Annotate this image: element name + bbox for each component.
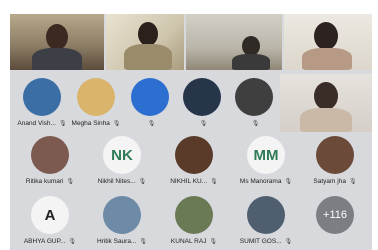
person-head (46, 24, 68, 50)
participant-tile[interactable]: 🎙 (174, 74, 230, 132)
participant-name: KUNAL RAJ (170, 238, 207, 245)
avatar-initials: NK (111, 146, 133, 164)
mic-muted-icon: 🎙 (284, 239, 293, 245)
participant-tile[interactable]: Megha Sinha 🎙 (68, 74, 124, 132)
participant-name: NIKHIL KU... (170, 178, 208, 185)
meeting-grid: Anand Vish... 🎙 Megha Sinha 🎙 🎙 🎙 🎙 Ritika… (10, 14, 372, 250)
mic-muted-icon: 🎙 (210, 179, 218, 185)
mic-muted-icon: 🎙 (199, 121, 208, 127)
participant-name: Nikhil Nites... (97, 178, 136, 185)
video-tile[interactable] (284, 14, 372, 70)
person-body (300, 108, 352, 132)
participant-tile[interactable]: Hritik Saura... 🎙 (86, 192, 158, 250)
person-body (32, 48, 82, 70)
person-body (302, 48, 352, 70)
more-count: +116 (323, 209, 347, 221)
mic-muted-icon: 🎙 (147, 121, 156, 127)
participant-name: Satyam jha (313, 178, 346, 185)
mic-muted-icon: 🎙 (112, 121, 121, 127)
more-count-bubble[interactable]: +116 (316, 196, 354, 234)
avatar (131, 78, 169, 116)
video-tile[interactable] (10, 14, 104, 70)
participant-tile[interactable]: KUNAL RAJ 🎙 (158, 192, 230, 250)
video-tile[interactable] (106, 14, 184, 70)
mic-muted-icon: 🎙 (68, 239, 77, 245)
participant-name: Ms Manorama (239, 178, 282, 185)
mic-muted-icon: 🎙 (58, 121, 67, 127)
participant-tile[interactable]: 🎙 (122, 74, 178, 132)
mic-muted-icon: 🎙 (209, 239, 218, 245)
avatar: MM (247, 136, 285, 174)
mic-muted-icon: 🎙 (139, 239, 147, 245)
mic-muted-icon: 🎙 (138, 179, 147, 185)
avatar: NK (103, 136, 141, 174)
avatar-initials: A (44, 206, 56, 224)
avatar (103, 196, 141, 234)
participant-name: Ritika kumari (25, 178, 64, 185)
avatar (31, 136, 69, 174)
person-head (242, 36, 260, 56)
avatar-initials: MM (253, 146, 279, 164)
participant-tile[interactable]: NK Nikhil Nites... 🎙 (86, 132, 158, 190)
video-tile[interactable] (186, 14, 282, 70)
mic-muted-icon: 🎙 (251, 121, 260, 127)
avatar: A (31, 196, 69, 234)
participant-name: Hritik Saura... (97, 238, 137, 245)
participant-tile[interactable]: 🎙 (226, 74, 282, 132)
participant-name: Megha Sinha (71, 120, 110, 127)
avatar (175, 196, 213, 234)
mic-muted-icon: 🎙 (66, 179, 75, 185)
mic-muted-icon: 🎙 (284, 179, 293, 185)
participant-tile[interactable]: A ABHYA GUP... 🎙 (14, 192, 86, 250)
participant-tile[interactable]: MM Ms Manorama 🎙 (230, 132, 302, 190)
person-body (232, 54, 270, 70)
avatar (183, 78, 221, 116)
avatar (316, 136, 354, 174)
video-tile[interactable] (280, 74, 372, 132)
avatar (77, 78, 115, 116)
participant-tile[interactable]: Ritika kumari 🎙 (14, 132, 86, 190)
person-head (138, 22, 158, 46)
person-head (314, 22, 338, 50)
more-participants[interactable]: +116 (302, 192, 368, 250)
avatar (175, 136, 213, 174)
participant-name: ABHYA GUP... (23, 238, 66, 245)
participant-tile[interactable]: SUMIT GOS... 🎙 (230, 192, 302, 250)
participant-name: SUMIT GOS... (239, 238, 282, 245)
participant-tile[interactable]: NIKHIL KU... 🎙 (158, 132, 230, 190)
avatar (23, 78, 61, 116)
avatar (235, 78, 273, 116)
participant-tile[interactable]: Satyam jha 🎙 (302, 132, 368, 190)
mic-muted-icon: 🎙 (348, 179, 357, 185)
participant-name: Anand Vish... (17, 120, 56, 127)
person-body (124, 44, 172, 70)
person-head (314, 82, 338, 110)
avatar (247, 196, 285, 234)
participant-tile[interactable]: Anand Vish... 🎙 (14, 74, 70, 132)
